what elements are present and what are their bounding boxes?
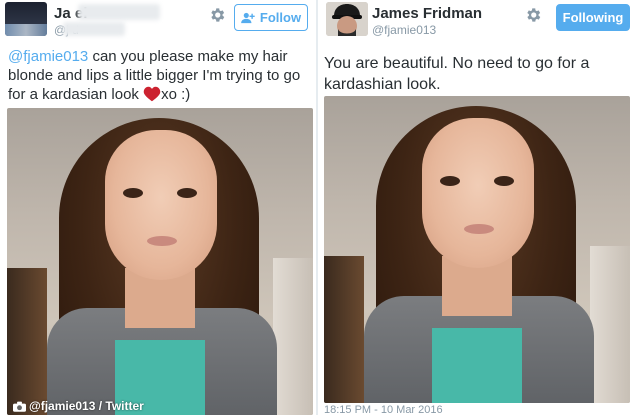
heart-icon [143,86,161,102]
camera-icon [13,401,26,412]
tweet-timestamp[interactable]: 18:15 PM - 10 Mar 2016 [324,404,443,415]
tweet-text: You are beautiful. No need to go for a k… [324,55,590,93]
left-tweet: Ja el @j d Follow @fjamie013 can you ple… [0,0,316,415]
tweet-signoff: xo :) [161,86,191,103]
display-name[interactable]: James Fridman [372,5,482,22]
handle-redaction [63,22,125,36]
add-user-icon [241,12,255,23]
follow-label: Follow [259,10,302,25]
tweet-photo[interactable] [324,96,630,403]
following-button[interactable]: Following [556,4,630,31]
avatar[interactable] [5,2,47,36]
profile-photo [326,2,368,36]
following-label: Following [562,10,624,25]
name-redaction [78,4,160,20]
right-tweet: James Fridman @fjamie013 Following You a… [318,0,634,415]
mention-link[interactable]: @fjamie013 [8,48,88,65]
tweet-photo[interactable]: @fjamie013 / Twitter [7,108,313,415]
user-handle[interactable]: @fjamie013 [372,23,436,37]
gear-icon[interactable] [524,6,542,24]
avatar[interactable] [326,2,368,36]
follow-button[interactable]: Follow [234,4,308,31]
gear-icon[interactable] [208,6,226,24]
photo-caption: @fjamie013 / Twitter [13,399,144,413]
tweet-text: @fjamie013 can you please make my hair b… [8,47,308,104]
